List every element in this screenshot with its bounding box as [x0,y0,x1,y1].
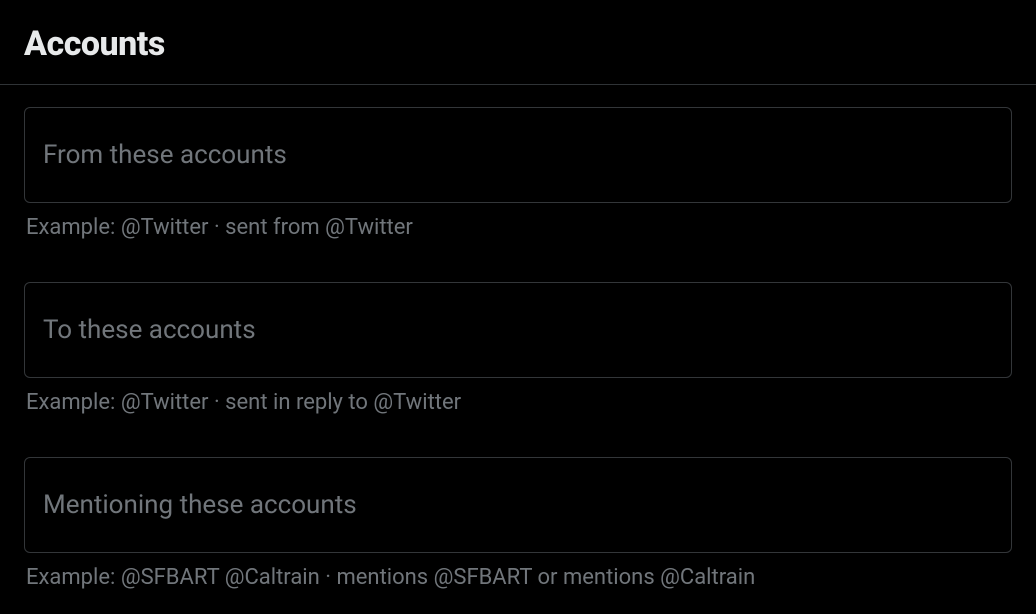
input-wrapper-from[interactable] [24,107,1012,203]
section-header: Accounts [0,0,1036,84]
section-title: Accounts [24,24,1012,64]
from-helper-text: Example: @Twitter · sent from @Twitter [24,215,1012,240]
input-wrapper-to[interactable] [24,282,1012,378]
mentioning-helper-text: Example: @SFBART @Caltrain · mentions @S… [24,565,1012,590]
from-accounts-input[interactable] [43,140,993,170]
field-group-to: Example: @Twitter · sent in reply to @Tw… [24,282,1012,415]
to-accounts-input[interactable] [43,315,993,345]
input-wrapper-mentioning[interactable] [24,457,1012,553]
to-helper-text: Example: @Twitter · sent in reply to @Tw… [24,390,1012,415]
fields-container: Example: @Twitter · sent from @Twitter E… [0,85,1036,590]
field-group-mentioning: Example: @SFBART @Caltrain · mentions @S… [24,457,1012,590]
mentioning-accounts-input[interactable] [43,490,993,520]
field-group-from: Example: @Twitter · sent from @Twitter [24,107,1012,240]
